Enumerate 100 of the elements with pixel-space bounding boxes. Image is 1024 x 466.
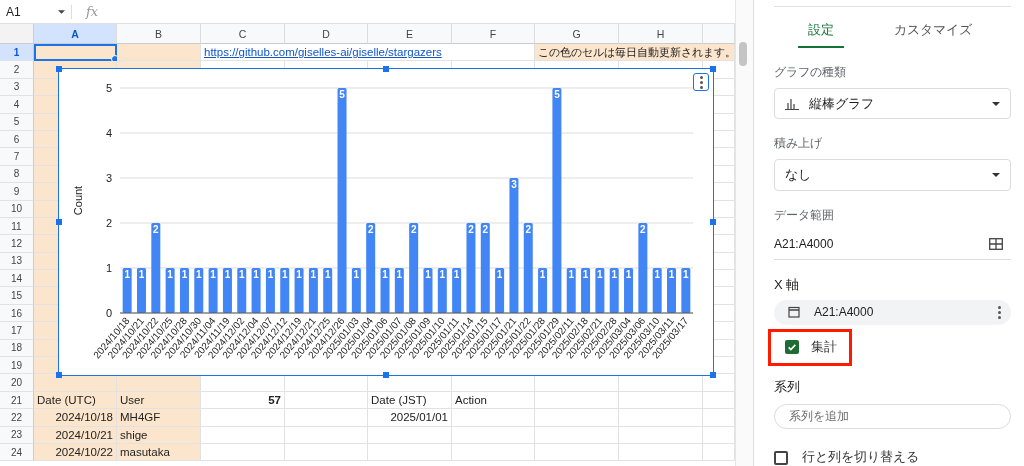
tick-label: 4 [105,127,112,139]
add-series-field[interactable]: 系列を追加 [774,403,1011,429]
sheet-cell[interactable] [535,444,619,462]
table-cell[interactable]: Date (JST) [368,391,452,410]
bar-value-label: 2 [482,224,489,235]
sheet-cell[interactable] [619,426,703,444]
url-link-cell[interactable]: https://github.com/giselles-ai/giselle/stargazers [201,44,535,62]
bar-value-label: 1 [353,269,360,280]
total-cell[interactable]: 57 [201,391,285,410]
column-header[interactable]: A [34,24,117,44]
bar-value-label: 1 [453,269,460,280]
sheet-cell[interactable] [619,391,703,410]
chart-bar [681,268,691,313]
chart-bar [624,268,634,313]
sheet-cell[interactable] [619,409,703,427]
sheet-cell[interactable] [452,444,535,462]
chart-type-dropdown[interactable]: 縦棒グラフ [774,88,1011,120]
sheet-cell[interactable] [535,426,619,444]
row-header[interactable]: 20 [0,374,34,392]
name-box[interactable]: A1 [0,4,72,19]
table-cell[interactable]: 2025/01/01 [368,409,452,427]
sheet-cell[interactable] [201,409,285,427]
scrollbar-thumb[interactable] [739,42,747,66]
resize-handle[interactable] [56,372,62,378]
resize-handle[interactable] [383,66,389,72]
table-cell[interactable]: 2024/10/18 [34,409,117,427]
bar-value-label: 2 [525,224,532,235]
column-header[interactable]: B [117,24,201,44]
sheet-cell[interactable] [285,426,368,444]
grid-icon[interactable] [989,237,1003,250]
column-header[interactable]: F [452,24,535,44]
table-cell[interactable]: Action [452,391,535,410]
row-header[interactable]: 9 [0,183,34,201]
select-all-corner[interactable] [0,24,34,44]
bar-value-label: 1 [539,269,546,280]
sheet-cell[interactable] [34,374,117,392]
chart-bar [437,268,447,313]
bar-value-label: 1 [196,269,202,280]
column-header[interactable]: C [201,24,285,44]
checkbox[interactable] [774,450,788,465]
chart-bar [581,268,591,313]
x-axis-chip[interactable]: A21:A4000 [774,299,1011,325]
sheet-cell[interactable] [619,444,703,462]
bar-value-label: 1 [253,269,259,280]
selected-cell[interactable] [34,44,117,62]
stacking-dropdown[interactable]: なし [774,159,1011,191]
row-header[interactable]: 2 [0,61,34,79]
column-header[interactable]: H [619,24,703,44]
row-header[interactable]: 4 [0,96,34,114]
column-header[interactable]: D [285,24,368,44]
column-header[interactable] [703,24,735,44]
row-header[interactable]: 22 [0,409,34,427]
table-cell[interactable]: MH4GF [117,409,201,427]
column-header[interactable]: G [535,24,619,44]
resize-handle[interactable] [710,66,716,72]
resize-handle[interactable] [56,66,62,72]
sheet-cell[interactable] [368,426,452,444]
row-header[interactable]: 15 [0,287,34,305]
chart-bar [280,268,290,313]
resize-handle[interactable] [710,372,716,378]
row-header[interactable]: 12 [0,235,34,253]
sheet-cell[interactable] [452,409,535,427]
note-cell[interactable]: この色のセルは毎日自動更新されます。 [535,44,735,62]
sheet-cell[interactable] [452,426,535,444]
section-heading: X 軸 [774,275,801,294]
function-label: fx [86,4,99,19]
more-options-icon[interactable] [998,305,1001,319]
more-options-icon[interactable] [693,73,709,91]
caret-icon [992,101,1000,106]
row-header[interactable]: 1 [0,44,34,62]
tab[interactable]: 設定 [798,15,844,48]
chart-bar [538,268,548,313]
row-header[interactable]: 7 [0,148,34,166]
checkbox[interactable] [785,340,799,355]
chart-bar [294,268,304,313]
chart-bar [394,268,404,313]
chart-overlay[interactable] [58,68,714,376]
sheet-cell[interactable] [117,44,201,62]
row-header[interactable]: 17 [0,322,34,340]
sheet-cell[interactable] [368,444,452,462]
sheet-cell[interactable] [285,444,368,462]
chart-bar [380,268,390,313]
sheet-cell[interactable] [285,409,368,427]
resize-handle[interactable] [383,372,389,378]
sheet-cell[interactable] [201,444,285,462]
sheet-cell[interactable] [535,409,619,427]
column-header[interactable]: E [368,24,452,44]
chart-bar [609,268,619,313]
sheet-cell[interactable] [535,391,619,410]
row-header[interactable]: 19 [0,357,34,375]
sheet-cell[interactable] [201,426,285,444]
sheet-cell[interactable] [285,391,368,410]
chart-bar [495,268,505,313]
tab[interactable]: カスタマイズ [884,15,982,48]
chart-bar [595,268,605,313]
resize-handle[interactable] [56,219,62,225]
data-range-field[interactable]: A21:A4000 [774,236,834,251]
resize-handle[interactable] [710,219,716,225]
row-header[interactable]: 14 [0,270,34,288]
bar-value-label: 1 [668,269,675,280]
